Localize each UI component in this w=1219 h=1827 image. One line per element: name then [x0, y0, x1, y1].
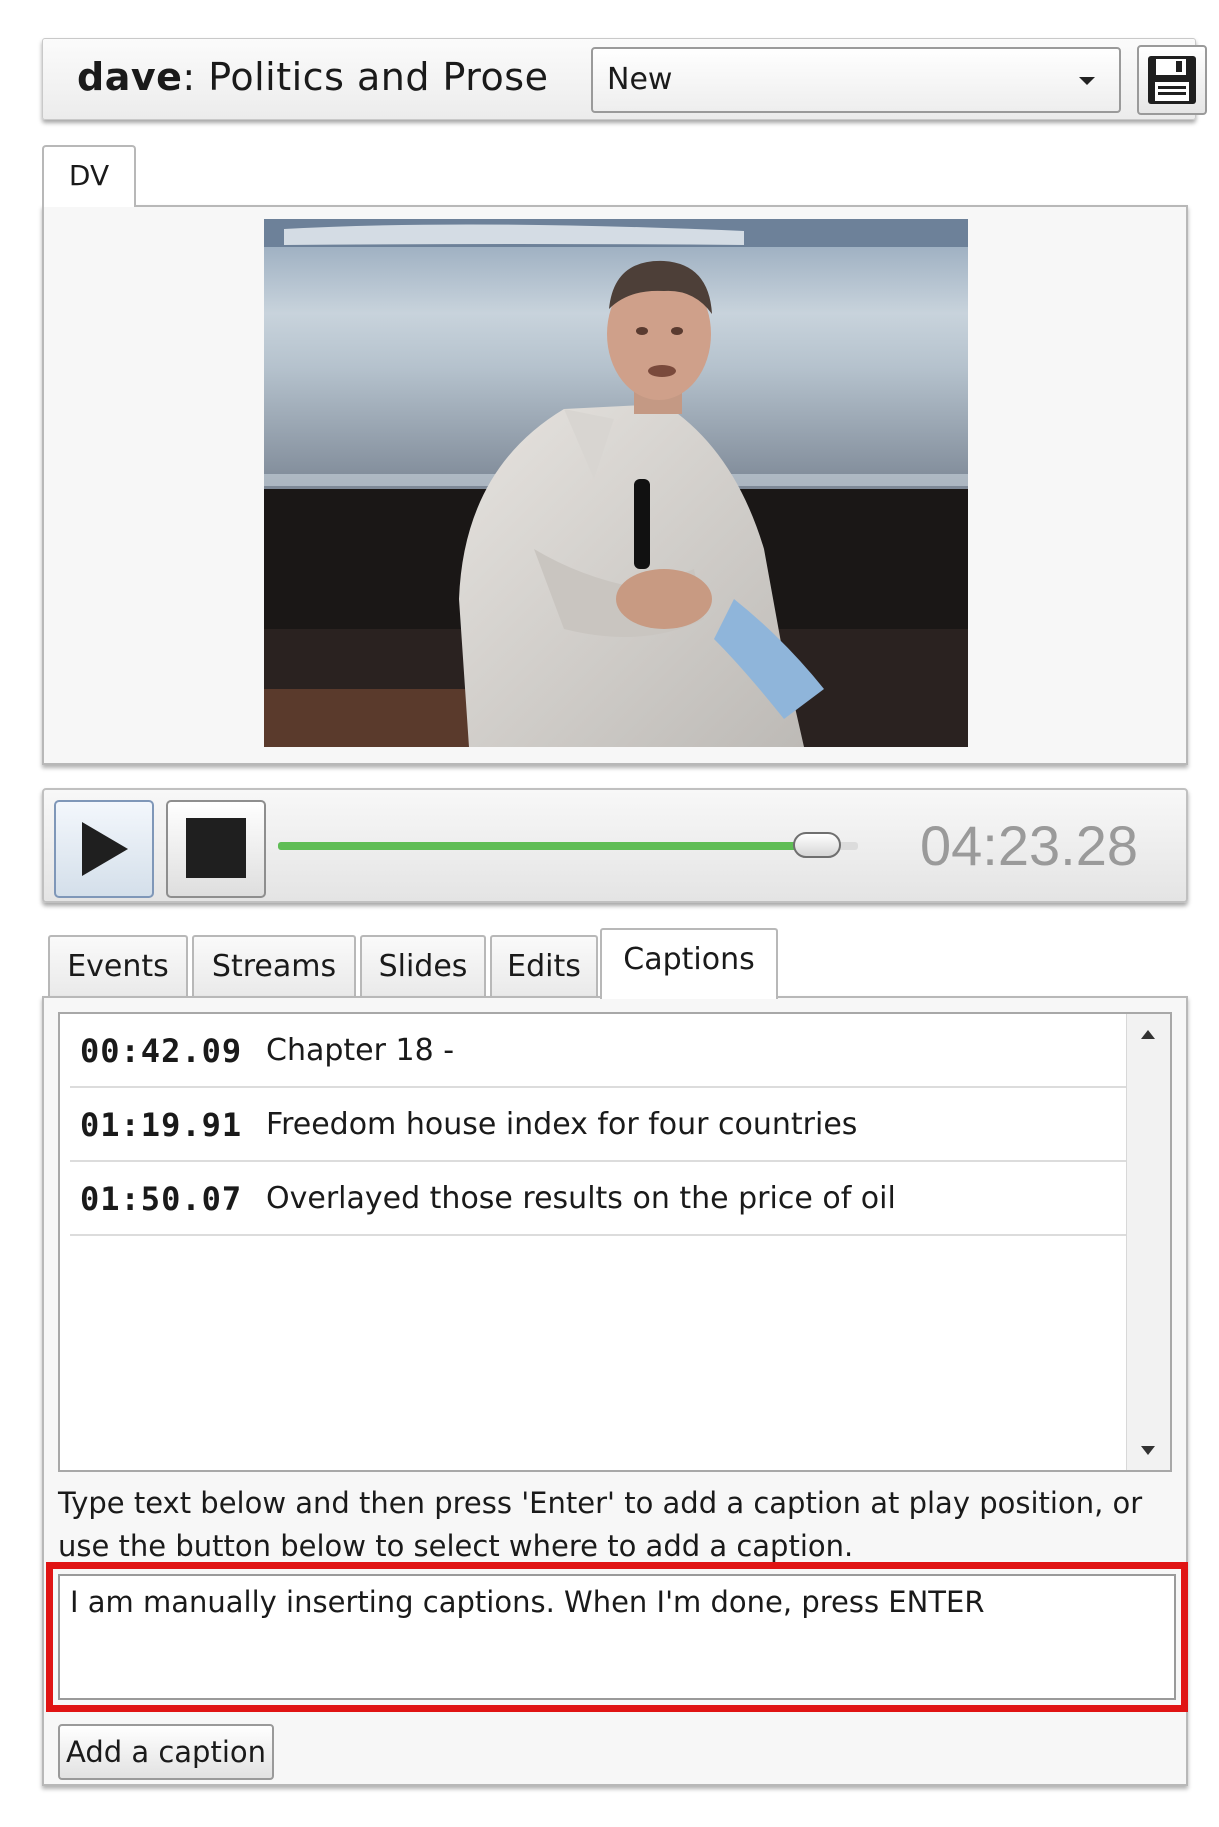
- play-button[interactable]: [54, 800, 154, 898]
- caption-time: 00:42.09: [80, 1032, 243, 1070]
- tab-captions[interactable]: Captions: [600, 928, 778, 999]
- add-caption-button[interactable]: Add a caption: [58, 1724, 274, 1780]
- user-name: dave: [77, 55, 183, 99]
- caption-list: 00:42.09 Chapter 18 - 01:19.91 Freedom h…: [58, 1012, 1172, 1472]
- seek-bar-fill: [278, 842, 818, 850]
- seek-handle[interactable]: [793, 832, 842, 858]
- scroll-down-icon[interactable]: [1141, 1446, 1155, 1455]
- caption-text: Chapter 18 -: [266, 1033, 455, 1068]
- save-button[interactable]: [1137, 45, 1207, 115]
- project-name: Politics and Prose: [208, 55, 549, 99]
- tab-streams[interactable]: Streams: [192, 935, 356, 997]
- player-controls: 04:23.28: [42, 788, 1188, 903]
- caption-time: 01:50.07: [80, 1180, 243, 1218]
- video-still-image: [264, 219, 968, 747]
- time-readout: 04:23.28: [920, 814, 1138, 877]
- caption-instructions: Type text below and then press 'Enter' t…: [58, 1486, 1143, 1563]
- caption-time: 01:19.91: [80, 1106, 243, 1144]
- title-separator: :: [182, 55, 196, 99]
- seek-bar[interactable]: [278, 842, 858, 850]
- chevron-down-icon: [1079, 77, 1095, 85]
- floppy-disk-icon: [1148, 56, 1196, 104]
- project-title: dave: Politics and Prose: [77, 53, 548, 101]
- header-bar: dave: Politics and Prose New: [42, 38, 1207, 120]
- caption-row[interactable]: 01:50.07 Overlayed those results on the …: [70, 1162, 1126, 1236]
- video-panel: [42, 205, 1188, 765]
- version-dropdown[interactable]: New: [591, 47, 1121, 113]
- tab-edits[interactable]: Edits: [490, 935, 598, 997]
- caption-list-scrollbar[interactable]: [1126, 1014, 1170, 1470]
- tab-slides[interactable]: Slides: [360, 935, 486, 997]
- highlight-box: [46, 1562, 1188, 1712]
- stop-icon: [186, 818, 246, 878]
- caption-row[interactable]: 01:19.91 Freedom house index for four co…: [70, 1088, 1126, 1162]
- scroll-up-icon[interactable]: [1141, 1030, 1155, 1039]
- caption-text: Overlayed those results on the price of …: [266, 1181, 896, 1216]
- video-frame[interactable]: [264, 219, 968, 747]
- dropdown-value: New: [607, 62, 673, 97]
- tab-events[interactable]: Events: [48, 935, 188, 997]
- captions-panel: 00:42.09 Chapter 18 - 01:19.91 Freedom h…: [42, 996, 1188, 1786]
- stop-button[interactable]: [166, 800, 266, 898]
- caption-row[interactable]: 00:42.09 Chapter 18 -: [70, 1014, 1126, 1088]
- caption-text: Freedom house index for four countries: [266, 1107, 858, 1142]
- tab-dv[interactable]: DV: [42, 145, 136, 207]
- play-icon: [82, 822, 128, 876]
